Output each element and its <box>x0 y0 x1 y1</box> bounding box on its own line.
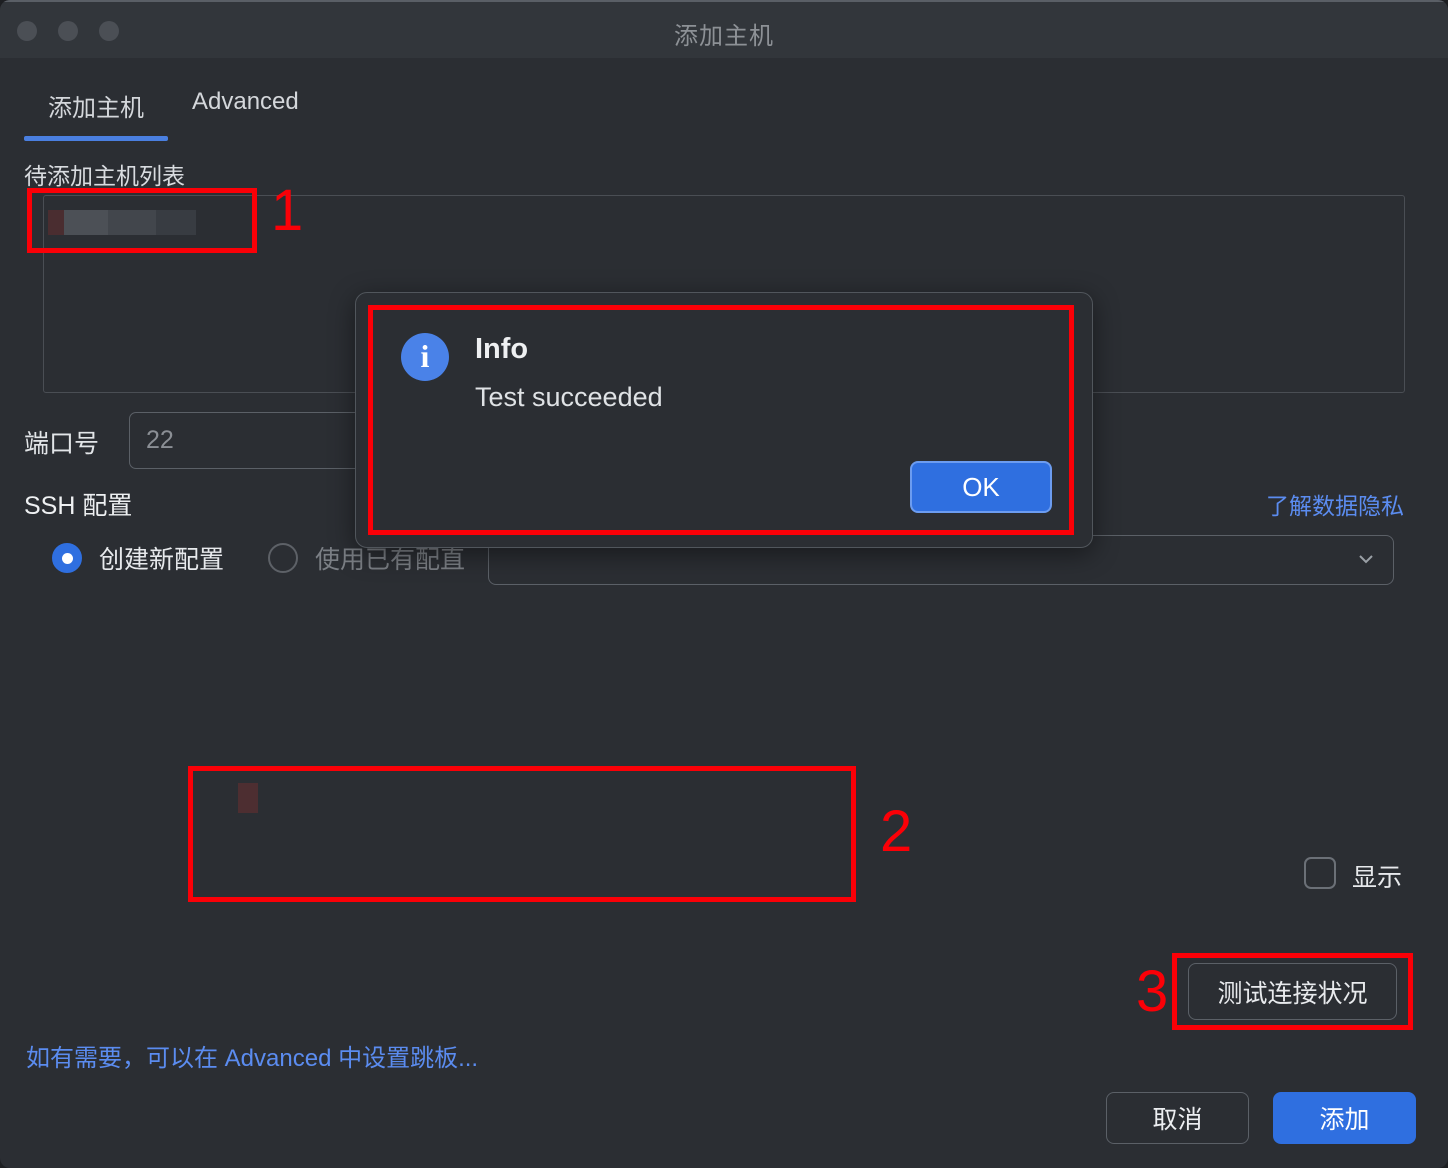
tab-bar: 添加主机 Advanced <box>24 88 323 141</box>
data-privacy-link[interactable]: 了解数据隐私 <box>1266 487 1404 521</box>
chevron-down-icon <box>1357 550 1375 568</box>
radio-selected-icon <box>52 543 82 573</box>
info-dialog-message: Test succeeded <box>475 382 663 412</box>
window-title: 添加主机 <box>674 23 774 50</box>
window-titlebar: 添加主机 <box>0 0 1448 58</box>
cancel-button[interactable]: 取消 <box>1106 1092 1249 1144</box>
radio-unselected-icon <box>268 543 299 573</box>
ssh-section-title: SSH 配置 <box>24 492 133 520</box>
info-icon: i <box>401 333 449 381</box>
host-value-redaction-overlay <box>48 210 196 235</box>
info-dialog-title: Info <box>475 333 529 365</box>
annotation-number-2: 2 <box>880 799 913 864</box>
radio-create-new-profile-label: 创建新配置 <box>99 546 225 574</box>
tab-add-host[interactable]: 添加主机 <box>24 88 168 141</box>
annotation-number-3: 3 <box>1136 959 1169 1024</box>
host-list-label: 待添加主机列表 <box>24 163 185 189</box>
tab-advanced[interactable]: Advanced <box>168 88 323 134</box>
ok-button[interactable]: OK <box>910 461 1052 513</box>
advanced-jump-host-hint[interactable]: 如有需要，可以在 Advanced 中设置跳板... <box>26 1038 478 1073</box>
add-button[interactable]: 添加 <box>1273 1092 1416 1144</box>
info-dialog: i Info Test succeeded OK <box>355 292 1093 548</box>
add-host-window: 添加主机 添加主机 Advanced 待添加主机列表 114.132.133 端… <box>0 0 1448 1168</box>
radio-create-new-profile[interactable]: 创建新配置 <box>52 540 224 576</box>
show-password-checkbox[interactable] <box>1304 857 1336 889</box>
show-password-label: 显示 <box>1352 864 1403 892</box>
username-redaction-overlay <box>238 783 258 813</box>
annotation-box-2 <box>188 766 856 902</box>
test-connection-button[interactable]: 测试连接状况 <box>1188 963 1397 1020</box>
port-label: 端口号 <box>24 430 100 458</box>
